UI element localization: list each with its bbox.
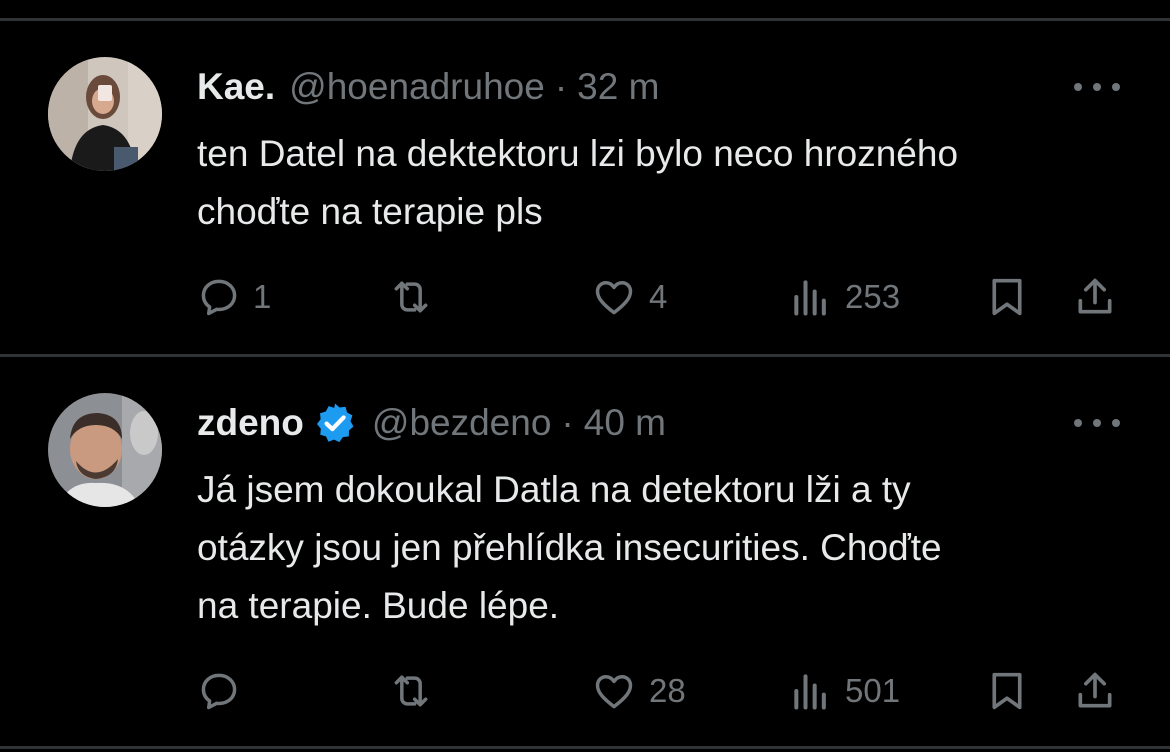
share-button[interactable] xyxy=(1073,267,1117,327)
timestamp[interactable]: 32 m xyxy=(577,66,659,108)
verified-badge-icon xyxy=(312,400,358,446)
user-handle[interactable]: @bezdeno xyxy=(372,402,552,444)
avatar[interactable] xyxy=(48,393,162,507)
reply-icon xyxy=(201,673,237,710)
like-count: 28 xyxy=(649,672,686,709)
more-dot xyxy=(1074,83,1082,91)
action-bar: 1 4 253 xyxy=(197,267,1127,327)
tweet-text-line: choďte na terapie pls xyxy=(197,191,543,232)
bookmark-icon xyxy=(992,278,1022,316)
tweet-text-line: na terapie. Bude lépe. xyxy=(197,585,560,626)
more-dot xyxy=(1112,419,1120,427)
tweet-header: Kae. @hoenadruhoe · 32 m xyxy=(197,65,659,109)
tweet-text: Já jsem dokoukal Datla na detektoru lži … xyxy=(197,461,1117,635)
views-icon xyxy=(794,674,826,710)
header-separator: · xyxy=(561,402,574,443)
reply-button[interactable] xyxy=(197,661,253,721)
retweet-icon xyxy=(394,281,428,313)
reply-count: 1 xyxy=(253,278,272,315)
heart-icon xyxy=(595,674,633,709)
like-button[interactable]: 28 xyxy=(591,661,686,721)
divider-bottom xyxy=(0,746,1170,749)
display-name[interactable]: zdeno xyxy=(197,402,304,444)
share-button[interactable] xyxy=(1073,661,1117,721)
header-separator: · xyxy=(554,66,568,107)
user-handle[interactable]: @hoenadruhoe xyxy=(289,66,545,108)
action-bar: 28 501 xyxy=(197,661,1127,721)
more-dot xyxy=(1093,83,1101,91)
share-icon xyxy=(1078,278,1112,314)
like-button[interactable]: 4 xyxy=(591,267,667,327)
tweet-text: ten Datel na dektektoru lzi bylo neco hr… xyxy=(197,125,1117,241)
tweet-text-line: Já jsem dokoukal Datla na detektoru lži … xyxy=(197,469,911,510)
more-dot xyxy=(1074,419,1082,427)
view-count: 501 xyxy=(845,672,901,709)
tweet[interactable]: Kae. @hoenadruhoe · 32 m ten Datel na de… xyxy=(0,21,1170,354)
retweet-button[interactable] xyxy=(387,267,447,327)
views-button[interactable]: 501 xyxy=(789,661,900,721)
tweet[interactable]: zdeno @bezdeno · 40 m Já jsem dokoukal D… xyxy=(0,357,1170,746)
retweet-button[interactable] xyxy=(387,661,447,721)
share-icon xyxy=(1078,672,1112,708)
bookmark-button[interactable] xyxy=(987,267,1027,327)
avatar[interactable] xyxy=(48,57,162,171)
tweet-text-line: ten Datel na dektektoru lzi bylo neco hr… xyxy=(197,133,959,174)
like-count: 4 xyxy=(649,278,668,315)
more-icon[interactable] xyxy=(1074,413,1120,433)
views-icon xyxy=(794,280,826,316)
tweet-text-line: otázky jsou jen přehlídka insecurities. … xyxy=(197,527,942,568)
reply-button[interactable]: 1 xyxy=(197,267,271,327)
reply-icon xyxy=(201,279,237,316)
bookmark-button[interactable] xyxy=(987,661,1027,721)
heart-icon xyxy=(595,280,633,315)
more-dot xyxy=(1093,419,1101,427)
display-name[interactable]: Kae. xyxy=(197,66,275,108)
timestamp[interactable]: 40 m xyxy=(584,402,666,444)
views-button[interactable]: 253 xyxy=(789,267,900,327)
more-dot xyxy=(1112,83,1120,91)
retweet-icon xyxy=(394,675,428,707)
bookmark-icon xyxy=(992,672,1022,710)
tweet-header: zdeno @bezdeno · 40 m xyxy=(197,401,666,445)
view-count: 253 xyxy=(845,278,901,315)
more-icon[interactable] xyxy=(1074,77,1120,97)
